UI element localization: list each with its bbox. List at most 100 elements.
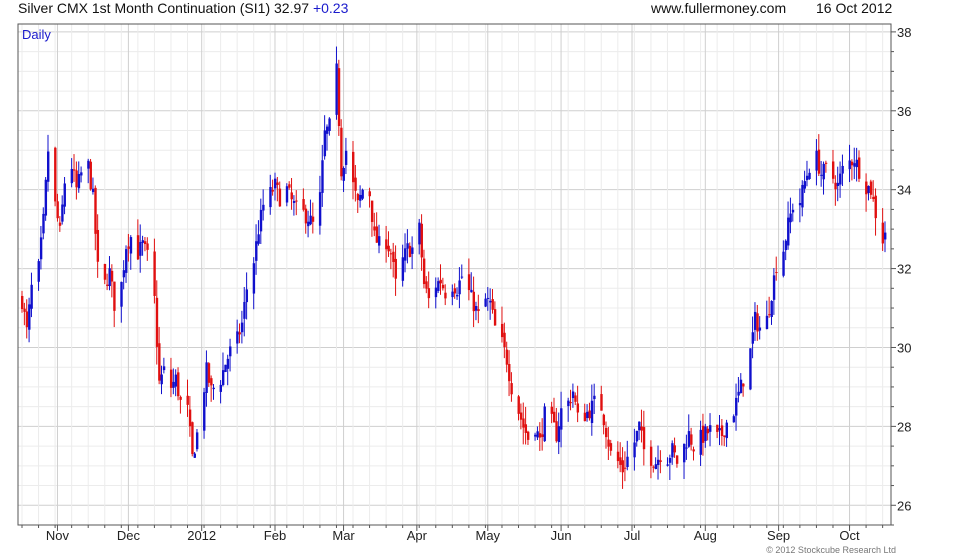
ohlc-body xyxy=(273,178,277,189)
ohlc-body xyxy=(418,222,421,245)
ohlc-body xyxy=(685,447,688,449)
ohlc-body xyxy=(257,234,260,244)
ohlc-body xyxy=(394,258,397,279)
ohlc-body xyxy=(110,270,114,282)
x-tick-label: Aug xyxy=(694,528,717,543)
ohlc-body xyxy=(550,406,554,414)
ohlc-body xyxy=(28,304,31,330)
ohlc-body xyxy=(212,387,215,390)
ohlc-body xyxy=(824,162,828,164)
ohlc-body xyxy=(437,281,440,291)
ohlc-body xyxy=(692,449,695,452)
ohlc-body xyxy=(252,263,256,294)
ohlc-body xyxy=(865,181,868,195)
ohlc-body xyxy=(58,222,62,226)
ohlc-body xyxy=(789,213,792,223)
ohlc-body xyxy=(500,323,504,338)
ohlc-body xyxy=(389,253,393,255)
ohlc-body xyxy=(240,322,244,333)
ohlc-body xyxy=(337,68,341,127)
ohlc-body xyxy=(146,243,149,250)
ohlc-body xyxy=(370,200,374,222)
ohlc-body xyxy=(472,291,475,312)
ohlc-body xyxy=(96,229,100,262)
ohlc-body xyxy=(839,173,842,185)
ohlc-body xyxy=(782,251,785,276)
ohlc-body xyxy=(255,241,258,261)
ohlc-body xyxy=(526,431,530,440)
ohlc-body xyxy=(224,364,227,372)
ohlc-body xyxy=(538,433,542,438)
ohlc-body xyxy=(787,217,790,246)
ohlc-body xyxy=(44,179,48,216)
ohlc-body xyxy=(808,172,811,180)
ohlc-body xyxy=(309,215,312,225)
ohlc-body xyxy=(30,284,33,309)
ohlc-body xyxy=(555,421,558,442)
ohlc-body xyxy=(63,183,66,207)
ohlc-body xyxy=(342,167,345,181)
ohlc-body xyxy=(720,425,724,437)
ohlc-body xyxy=(141,240,144,243)
ohlc-body xyxy=(143,241,147,245)
ohlc-body xyxy=(106,284,109,286)
ohlc-body xyxy=(392,251,395,263)
ohlc-body xyxy=(586,411,589,418)
ohlc-body xyxy=(872,196,875,199)
ohlc-body xyxy=(172,381,175,388)
ohlc-body xyxy=(207,363,211,383)
ohlc-body xyxy=(335,63,338,115)
ohlc-body xyxy=(458,280,461,295)
ohlc-body xyxy=(602,414,606,426)
ohlc-body xyxy=(640,426,643,431)
ohlc-body xyxy=(453,288,457,294)
ohlc-body xyxy=(73,169,76,171)
ohlc-body xyxy=(687,431,691,447)
ohlc-body xyxy=(709,425,712,432)
ohlc-body xyxy=(344,150,348,165)
ohlc-body xyxy=(427,288,431,299)
ohlc-body xyxy=(723,435,726,437)
ohlc-body xyxy=(23,308,26,312)
ohlc-body xyxy=(122,270,126,278)
frequency-label: Daily xyxy=(22,27,51,42)
ohlc-body xyxy=(884,232,887,240)
ohlc-body xyxy=(600,394,603,411)
ohlc-body xyxy=(803,181,807,189)
ohlc-body xyxy=(552,411,556,423)
ohlc-body xyxy=(583,412,587,422)
ohlc-bars xyxy=(21,46,887,489)
ohlc-body xyxy=(139,242,142,256)
ohlc-body xyxy=(749,348,752,390)
grid-layer xyxy=(18,24,891,526)
ohlc-body xyxy=(37,261,40,282)
ohlc-body xyxy=(536,431,539,438)
ohlc-body xyxy=(193,453,196,458)
ohlc-body xyxy=(451,291,454,298)
ohlc-body xyxy=(853,163,856,167)
ohlc-body xyxy=(508,364,511,382)
y-tick-label: 30 xyxy=(897,340,911,355)
ohlc-body xyxy=(361,189,364,199)
ohlc-body xyxy=(378,236,381,246)
y-tick-label: 32 xyxy=(897,262,911,277)
ohlc-body xyxy=(732,416,736,423)
ohlc-body xyxy=(560,408,563,430)
ohlc-body xyxy=(524,424,528,433)
ohlc-body xyxy=(635,430,639,442)
ohlc-body xyxy=(54,147,57,202)
ohlc-body xyxy=(302,199,305,210)
ohlc-body xyxy=(857,157,861,179)
ohlc-body xyxy=(39,237,43,260)
ohlc-body xyxy=(619,457,622,465)
ohlc-body xyxy=(867,186,870,193)
ohlc-body xyxy=(127,246,130,249)
ohlc-body xyxy=(626,456,629,468)
ohlc-body xyxy=(716,424,719,432)
ohlc-body xyxy=(638,421,641,431)
ohlc-body xyxy=(593,395,596,400)
ohlc-body xyxy=(136,235,140,260)
ohlc-body xyxy=(739,379,743,394)
x-tick-label: Jun xyxy=(551,528,572,543)
ohlc-body xyxy=(673,445,676,453)
